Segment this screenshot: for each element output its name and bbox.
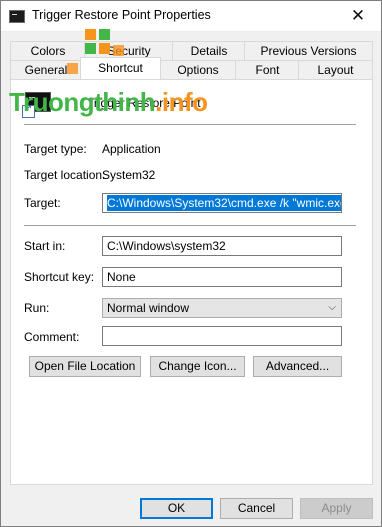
title-bar[interactable]: Trigger Restore Point Properties ✕	[1, 1, 381, 32]
start-in-input[interactable]: C:\Windows\system32	[102, 236, 342, 256]
run-select[interactable]: Normal window ⌵	[102, 298, 342, 318]
apply-button[interactable]: Apply	[300, 498, 373, 519]
cancel-button[interactable]: Cancel	[220, 498, 293, 519]
divider	[24, 225, 356, 226]
watermark-square	[85, 43, 96, 54]
watermark-text: Truongthinh	[9, 87, 156, 117]
watermark-square	[99, 29, 110, 40]
chevron-down-icon: ⌵	[328, 302, 336, 313]
watermark-square	[113, 45, 124, 56]
comment-input[interactable]	[102, 326, 342, 346]
close-button[interactable]: ✕	[335, 1, 381, 31]
tab-previous-versions[interactable]: Previous Versions	[244, 41, 373, 60]
open-file-location-button[interactable]: Open File Location	[29, 356, 141, 377]
run-label: Run:	[24, 301, 50, 315]
target-type-label: Target type:	[24, 142, 87, 156]
divider	[24, 124, 356, 125]
start-in-label: Start in:	[24, 239, 66, 253]
target-location-value: System32	[102, 168, 156, 182]
shortcut-panel: Trigger Restore Point Target type: Appli…	[10, 79, 373, 485]
target-value: C:\Windows\System32\cmd.exe /k "wmic.exe…	[107, 195, 341, 211]
watermark-square	[85, 29, 96, 40]
ok-button[interactable]: OK	[140, 498, 213, 519]
console-app-icon	[9, 10, 25, 23]
target-type-value: Application	[102, 142, 161, 156]
watermark-square	[67, 63, 78, 74]
watermark-square	[99, 43, 110, 54]
target-location-label: Target location:	[24, 168, 106, 182]
run-select-value: Normal window	[107, 301, 190, 315]
target-input[interactable]: C:\Windows\System32\cmd.exe /k "wmic.exe…	[102, 193, 342, 213]
shortcut-key-input[interactable]: None	[102, 267, 342, 287]
tab-shortcut[interactable]: Shortcut	[80, 57, 161, 79]
watermark-logo: Truongthinh.info	[9, 87, 208, 118]
shortcut-key-label: Shortcut key:	[24, 270, 95, 284]
comment-label: Comment:	[24, 330, 80, 344]
tab-colors[interactable]: Colors	[10, 41, 86, 60]
target-label: Target:	[24, 196, 61, 210]
tab-details[interactable]: Details	[172, 41, 246, 60]
change-icon-button[interactable]: Change Icon...	[150, 356, 245, 377]
watermark-suffix: .info	[155, 87, 208, 117]
tab-layout[interactable]: Layout	[298, 60, 373, 79]
window-title: Trigger Restore Point Properties	[32, 8, 211, 22]
properties-window: Trigger Restore Point Properties ✕ Color…	[0, 0, 382, 527]
advanced-button[interactable]: Advanced...	[253, 356, 342, 377]
tab-options[interactable]: Options	[159, 60, 237, 79]
tab-font[interactable]: Font	[235, 60, 300, 79]
